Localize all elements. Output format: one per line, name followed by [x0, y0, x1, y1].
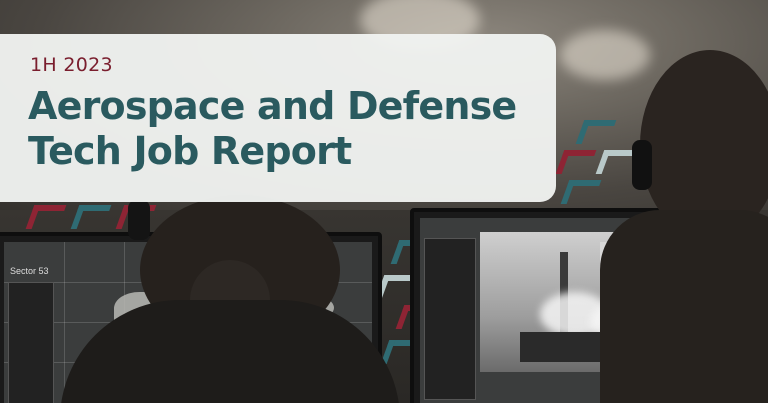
ceiling-light: [560, 30, 650, 80]
hero-photo: Sector 53 1H 2023 Aerospace and Defense …: [0, 0, 768, 403]
operator-shoulders: [600, 210, 768, 403]
screen-sector-label: Sector 53: [10, 266, 49, 276]
headset-icon: [632, 140, 652, 190]
report-title: Aerospace and Defense Tech Job Report: [28, 84, 548, 174]
headphones-icon: [128, 200, 150, 240]
report-title-line2: Tech Job Report: [28, 129, 352, 173]
report-period: 1H 2023: [30, 54, 113, 76]
report-title-line1: Aerospace and Defense: [28, 84, 517, 128]
